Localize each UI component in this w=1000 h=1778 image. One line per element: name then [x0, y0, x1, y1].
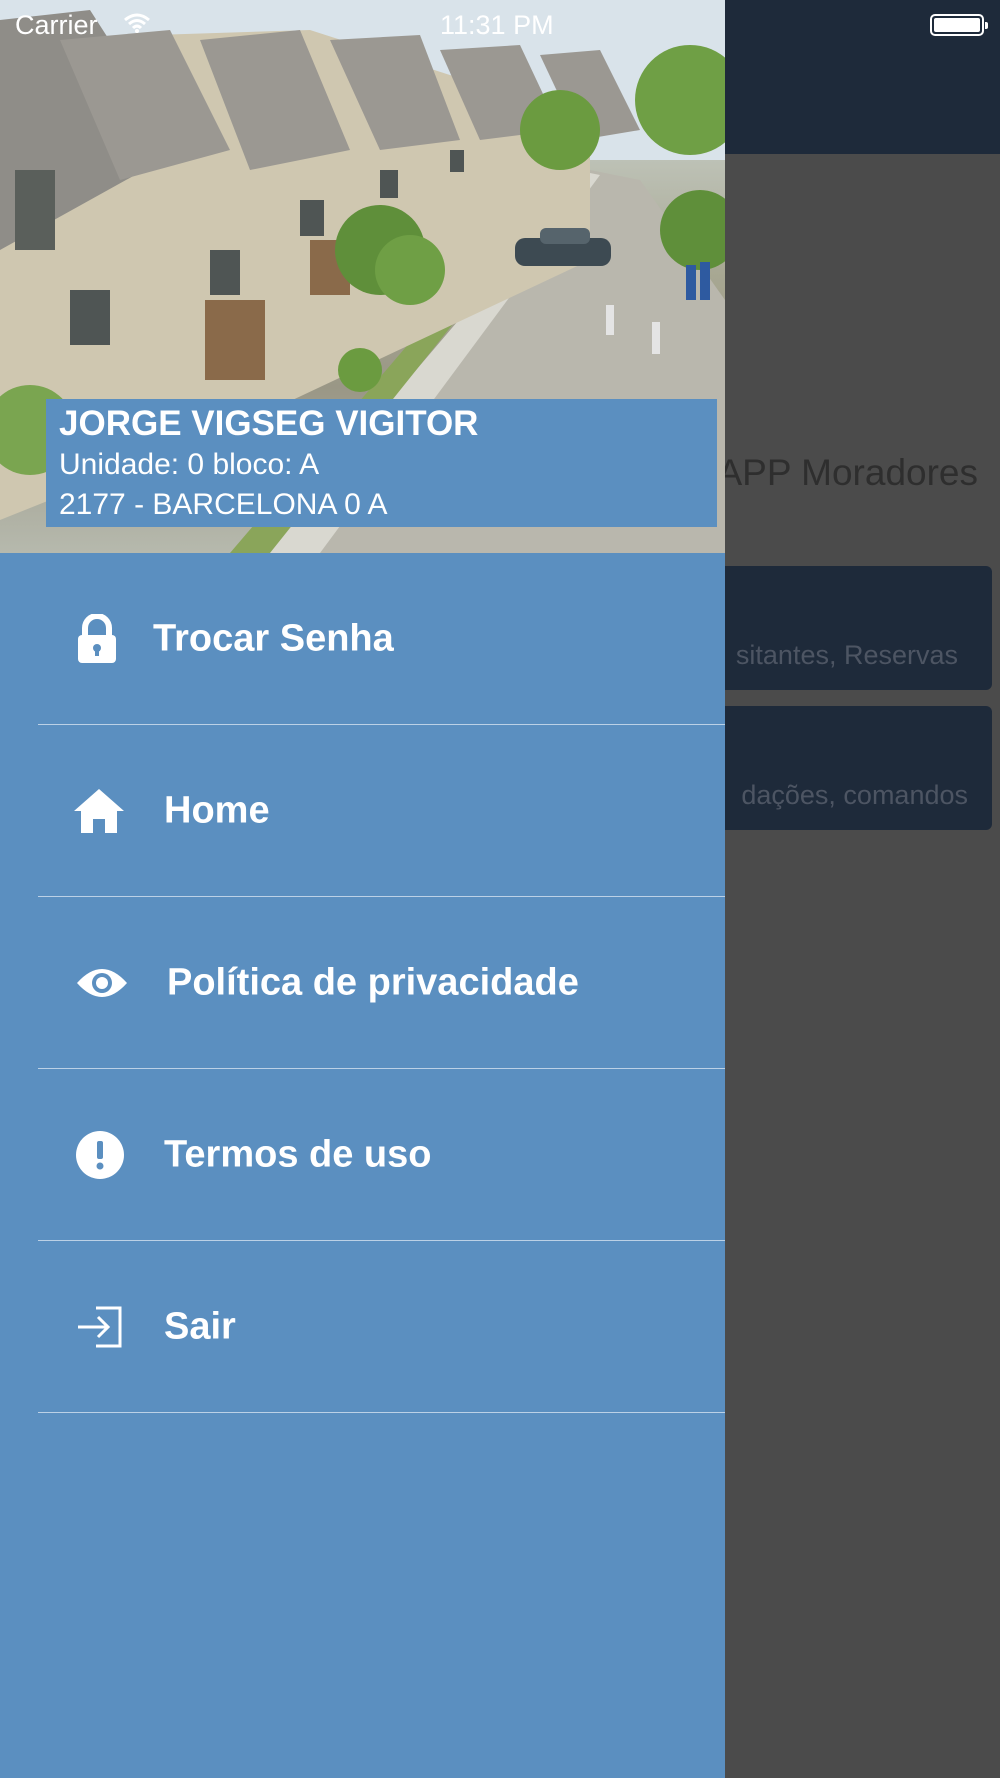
user-info-panel: JORGE VIGSEG VIGITOR Unidade: 0 bloco: A… — [46, 399, 717, 527]
menu-item-home[interactable]: Home — [38, 725, 725, 897]
header-image: Carrier 11:31 PM JORGE VIGSEG VIGITOR Un… — [0, 0, 725, 553]
wifi-icon — [124, 13, 150, 33]
menu-item-change-password[interactable]: Trocar Senha — [38, 553, 725, 725]
background-card-subtitle: sitantes, Reservas — [735, 640, 958, 670]
status-time: 11:31 PM — [440, 10, 554, 40]
user-name: JORGE VIGSEG VIGITOR — [59, 404, 479, 443]
menu-item-label: Trocar Senha — [153, 617, 394, 659]
menu-item-label: Home — [164, 789, 270, 831]
user-unit: Unidade: 0 bloco: A — [59, 448, 320, 481]
menu-item-label: Termos de uso — [164, 1133, 432, 1175]
user-building: 2177 - BARCELONA 0 A — [59, 488, 388, 521]
background-app-title: APP Moradores — [717, 452, 979, 493]
lock-icon — [78, 613, 116, 663]
menu-item-label: Sair — [164, 1305, 236, 1347]
carrier-label: Carrier — [15, 10, 98, 40]
battery-icon — [930, 14, 988, 36]
drawer-menu: Trocar Senha Home Política de privacidad… — [0, 553, 725, 1413]
background-card-subtitle: dações, comandos — [741, 780, 968, 810]
home-icon — [74, 788, 124, 833]
side-drawer: Carrier 11:31 PM JORGE VIGSEG VIGITOR Un… — [0, 0, 725, 1778]
menu-item-label: Política de privacidade — [167, 961, 579, 1003]
sign-in-icon — [78, 1306, 122, 1347]
menu-item-privacy-policy[interactable]: Política de privacidade — [38, 897, 725, 1069]
eye-icon — [77, 968, 127, 997]
menu-item-terms-of-use[interactable]: Termos de uso — [38, 1069, 725, 1241]
status-bar: Carrier 11:31 PM — [0, 0, 725, 48]
alert-circle-icon — [76, 1130, 124, 1179]
menu-item-logout[interactable]: Sair — [38, 1241, 725, 1413]
